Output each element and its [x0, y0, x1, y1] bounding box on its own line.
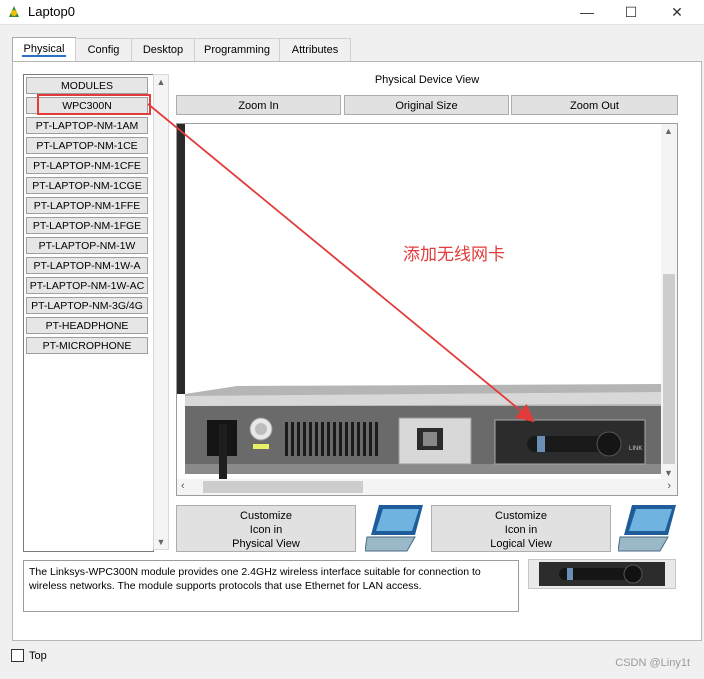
scroll-down-icon[interactable]: ▼ [664, 468, 673, 478]
minimize-button[interactable]: — [564, 0, 610, 24]
watermark: CSDN @Liny1t [615, 657, 690, 669]
maximize-button[interactable]: ☐ [608, 0, 654, 24]
scroll-up-icon[interactable]: ▲ [154, 77, 168, 87]
top-checkbox[interactable] [11, 649, 24, 662]
module-list-scrollbar[interactable]: ▲ ▼ [153, 74, 169, 550]
scroll-down-icon[interactable]: ▼ [154, 537, 168, 547]
module-item[interactable]: PT-LAPTOP-NM-1AM [26, 117, 148, 134]
module-item[interactable]: PT-LAPTOP-NM-1W-A [26, 257, 148, 274]
device-view-hscrollbar[interactable]: ‹ › [177, 479, 677, 495]
physical-device-view-title: Physical Device View [374, 74, 480, 86]
physical-panel: MODULES WPC300N PT-LAPTOP-NM-1AM PT-LAPT… [12, 61, 702, 641]
module-item[interactable]: PT-LAPTOP-NM-1CGE [26, 177, 148, 194]
module-item[interactable]: PT-LAPTOP-NM-1CE [26, 137, 148, 154]
module-item[interactable]: PT-LAPTOP-NM-1W-AC [26, 277, 148, 294]
module-item[interactable]: PT-LAPTOP-NM-1CFE [26, 157, 148, 174]
annotation-text: 添加无线网卡 [403, 245, 505, 264]
zoom-out-button[interactable]: Zoom Out [511, 95, 678, 115]
scroll-left-icon[interactable]: ‹ [181, 480, 185, 492]
module-item[interactable]: PT-LAPTOP-NM-1W [26, 237, 148, 254]
module-item[interactable]: PT-HEADPHONE [26, 317, 148, 334]
module-description: The Linksys-WPC300N module provides one … [23, 560, 519, 612]
modules-header: MODULES [26, 77, 148, 94]
tab-physical[interactable]: Physical [12, 37, 76, 62]
packet-tracer-icon [9, 6, 19, 17]
laptop-icon [618, 505, 676, 552]
device-view-canvas[interactable]: LINK ▲ ▼ ‹ › [176, 123, 678, 496]
laptop-icon [365, 505, 423, 552]
module-list: MODULES WPC300N PT-LAPTOP-NM-1AM PT-LAPT… [23, 74, 154, 552]
zoom-in-button[interactable]: Zoom In [176, 95, 341, 115]
window-title: Laptop0 [28, 4, 75, 19]
scroll-up-icon[interactable]: ▲ [664, 126, 673, 136]
tab-desktop[interactable]: Desktop [131, 38, 195, 61]
scroll-right-icon[interactable]: › [667, 480, 671, 492]
customize-physical-icon-button[interactable]: Customize Icon in Physical View [176, 505, 356, 552]
tab-config[interactable]: Config [75, 38, 132, 61]
module-item[interactable]: PT-LAPTOP-NM-3G/4G [26, 297, 148, 314]
laptop-side-illustration [177, 124, 661, 480]
tab-programming[interactable]: Programming [194, 38, 280, 61]
original-size-button[interactable]: Original Size [344, 95, 509, 115]
close-button[interactable]: ✕ [654, 0, 700, 24]
tab-attributes[interactable]: Attributes [279, 38, 351, 61]
device-view-vscrollbar[interactable]: ▲ ▼ [661, 124, 677, 480]
wireless-card-thumbnail [539, 562, 665, 586]
title-bar: Laptop0 — ☐ ✕ [0, 0, 704, 25]
top-label: Top [29, 650, 47, 662]
scroll-thumb[interactable] [203, 481, 363, 493]
module-item[interactable]: PT-LAPTOP-NM-1FFE [26, 197, 148, 214]
selection-highlight [37, 94, 151, 115]
module-item[interactable]: PT-MICROPHONE [26, 337, 148, 354]
module-item[interactable]: PT-LAPTOP-NM-1FGE [26, 217, 148, 234]
port-link-label: LINK [629, 446, 643, 452]
module-thumbnail [528, 559, 676, 589]
scroll-thumb[interactable] [663, 274, 675, 464]
customize-logical-icon-button[interactable]: Customize Icon in Logical View [431, 505, 611, 552]
